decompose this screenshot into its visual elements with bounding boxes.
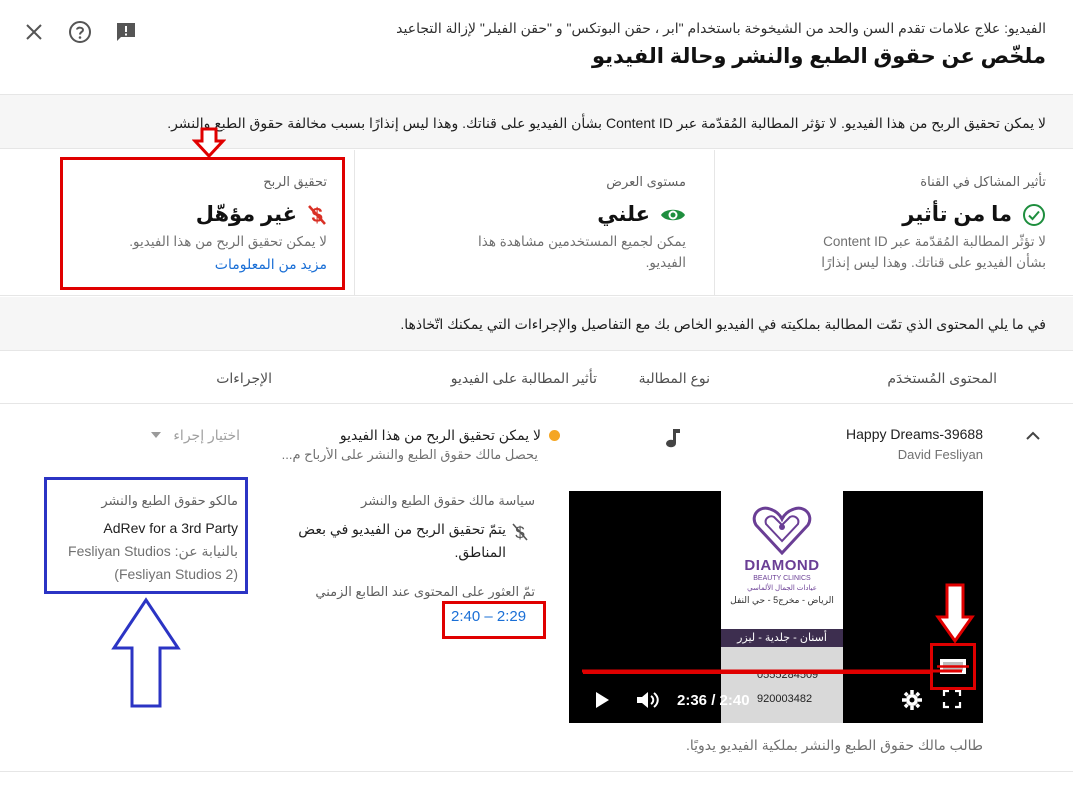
- video-frame: DIAMOND BEAUTY CLINICS عيادات الجمال الأ…: [721, 491, 843, 723]
- action-select[interactable]: اختيار إجراء: [132, 424, 240, 446]
- music-note-icon: [663, 426, 683, 455]
- dropdown-arrow-icon: [151, 432, 162, 438]
- impact-subtitle: يحصل مالك حقوق الطبع والنشر على الأرباح …: [281, 447, 538, 462]
- check-circle-icon: [1023, 203, 1045, 226]
- warning-dot-icon: [549, 430, 560, 441]
- col-content: المحتوى المُستخدَم: [887, 370, 997, 386]
- found-at-label: تمّ العثور على المحتوى عند الطابع الزمني: [315, 584, 535, 599]
- annotation-red-box-timestamp: [442, 601, 546, 639]
- info-text: في ما يلي المحتوى الذي تمّت المطالبة بمل…: [400, 316, 1046, 332]
- collapse-chevron-icon[interactable]: [1022, 425, 1044, 447]
- notice-text: لا يمكن تحقيق الربح من هذا الفيديو. لا ت…: [167, 115, 1046, 131]
- policy-text-value: يتمّ تحقيق الربح من الفيديو في بعض المنا…: [298, 521, 506, 560]
- phone-2: 920003482: [757, 693, 813, 705]
- content-name: Happy Dreams-39688: [846, 426, 983, 442]
- card-label: مستوى العرض: [606, 174, 686, 189]
- card-channel-impact: تأثير المشاكل في القناة ما من تأثير لا ت…: [716, 150, 1046, 296]
- address-text: الرياض - مخرج5 - حي النفل: [730, 595, 834, 605]
- video-caption: طالب مالك حقوق الطبع والنشر بملكية الفيد…: [685, 737, 983, 753]
- card-divider: [714, 150, 715, 296]
- brand-text: DIAMOND: [744, 557, 820, 574]
- action-select-label: اختيار إجراء: [173, 426, 240, 443]
- policy-label: سياسة مالك حقوق الطبع والنشر: [361, 493, 535, 508]
- brand-arabic: عيادات الجمال الألماسي: [747, 585, 817, 592]
- card-divider: [354, 150, 355, 296]
- annotation-red-down-arrow-icon: [192, 127, 226, 159]
- annotation-red-box-monetization: [60, 157, 345, 290]
- contact-area: 0555284509 920003482: [721, 647, 843, 723]
- card-desc-line: لا تؤثّر المطالبة المُقدّمة عبر Content …: [823, 234, 1046, 249]
- annotation-red-down-arrow-icon: [935, 583, 975, 644]
- col-claim-type: نوع المطالبة: [638, 370, 710, 386]
- content-artist: David Fesliyan: [897, 447, 983, 462]
- card-value-text: ما من تأثير: [902, 203, 1012, 226]
- video-player[interactable]: DIAMOND BEAUTY CLINICS عيادات الجمال الأ…: [569, 491, 983, 723]
- diamond-logo-icon: [752, 506, 812, 555]
- card-desc-line: بشأن الفيديو على قناتك. وهذا ليس إنذارًا: [821, 255, 1046, 270]
- col-actions: الإجراءات: [216, 370, 272, 386]
- card-value: علني: [386, 202, 686, 227]
- video-title: الفيديو: علاج علامات تقدم السن والحد من …: [396, 20, 1046, 36]
- col-impact: تأثير المطالبة على الفيديو: [450, 370, 597, 386]
- notice-banner: لا يمكن تحقيق الربح من هذا الفيديو. لا ت…: [0, 94, 1073, 149]
- annotation-blue-box-owners: [44, 477, 248, 594]
- fullscreen-icon[interactable]: [942, 689, 962, 714]
- card-value: ما من تأثير: [716, 202, 1046, 227]
- card-desc-line: الفيديو.: [645, 255, 686, 270]
- feedback-icon[interactable]: [114, 20, 138, 44]
- card-desc: يمكن لجميع المستخدمين مشاهدة هذا الفيديو…: [386, 231, 686, 273]
- header-icons: [22, 20, 138, 44]
- impact-title-text: لا يمكن تحقيق الربح من هذا الفيديو: [339, 427, 541, 443]
- volume-icon[interactable]: [635, 689, 661, 716]
- card-desc-line: يمكن لجميع المستخدمين مشاهدة هذا: [478, 234, 686, 249]
- page-title: ملخّص عن حقوق الطبع والنشر وحالة الفيديو: [591, 45, 1046, 68]
- services-bar: أسنان - جلدية - ليزر: [721, 629, 843, 647]
- policy-text: يتمّ تحقيق الربح من الفيديو في بعض المنا…: [282, 518, 534, 564]
- eye-icon: [661, 209, 685, 220]
- playhead-marker-box: [930, 643, 976, 690]
- close-icon[interactable]: [22, 20, 46, 44]
- annotation-red-line: [582, 669, 962, 673]
- impact-title: لا يمكن تحقيق الربح من هذا الفيديو: [320, 427, 560, 444]
- info-banner: في ما يلي المحتوى الذي تمّت المطالبة بمل…: [0, 297, 1073, 351]
- annotation-blue-up-arrow-icon: [111, 597, 181, 708]
- table-header: المحتوى المُستخدَم نوع المطالبة تأثير ال…: [0, 352, 1073, 404]
- card-visibility: مستوى العرض علني يمكن لجميع المستخدمين م…: [386, 150, 686, 296]
- video-time: 2:36 / 2:40: [677, 692, 750, 709]
- card-label: تأثير المشاكل في القناة: [920, 174, 1046, 189]
- card-value-text: علني: [597, 203, 650, 226]
- brand-subtext: BEAUTY CLINICS: [753, 575, 811, 582]
- settings-gear-icon[interactable]: [901, 689, 923, 716]
- card-desc: لا تؤثّر المطالبة المُقدّمة عبر Content …: [716, 231, 1046, 273]
- divider: [0, 771, 1073, 772]
- help-icon[interactable]: [68, 20, 92, 44]
- play-icon[interactable]: [593, 689, 611, 716]
